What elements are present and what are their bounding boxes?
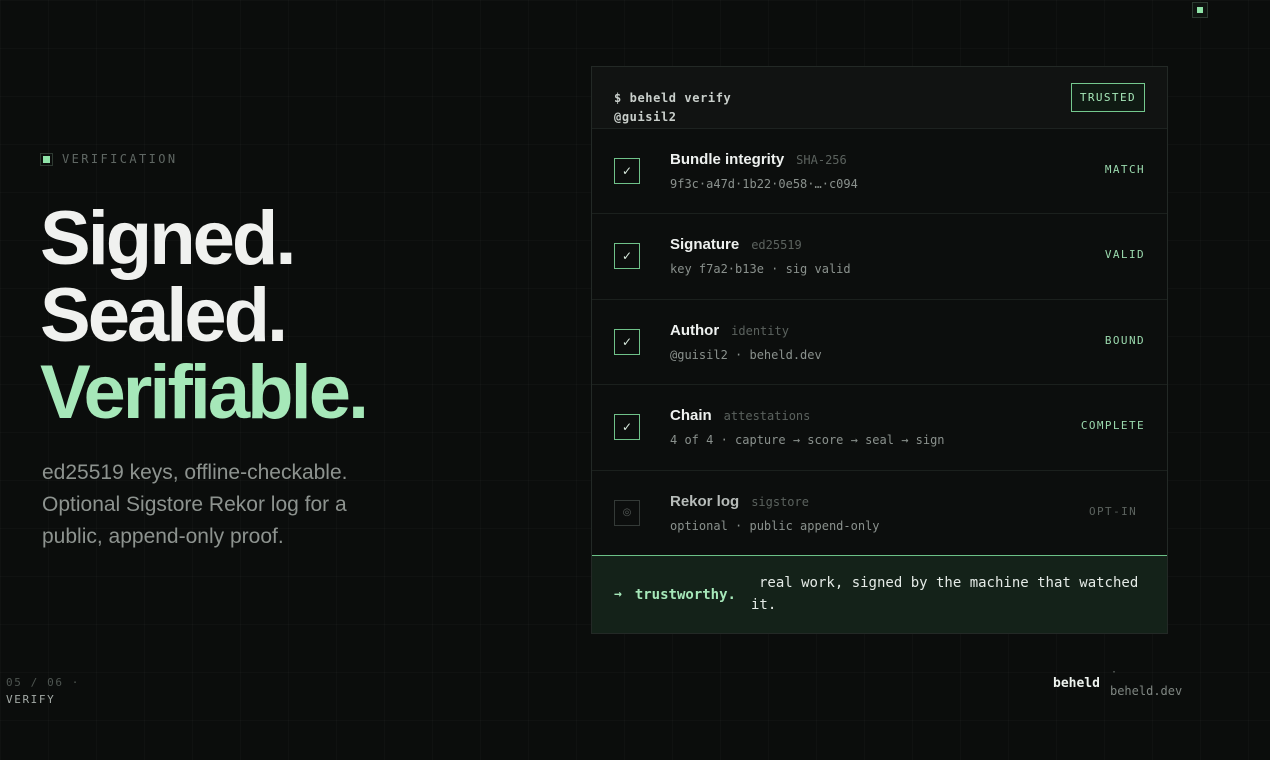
footer-text: real work, signed by the machine that wa… xyxy=(750,574,1139,613)
row-detail: optional · public append-only xyxy=(670,518,880,533)
row-status: VALID xyxy=(1104,248,1145,262)
lede-paragraph: ed25519 keys, offline-checkable. Optiona… xyxy=(42,461,348,548)
eyebrow-label: VERIFICATION xyxy=(62,152,178,166)
row-name: Bundle integrity xyxy=(670,151,785,168)
row-name: Author xyxy=(670,321,720,339)
arrow-right-icon: → xyxy=(614,587,622,602)
terminal-command: $ beheld verify @guisil2 xyxy=(614,89,731,127)
headline: Signed. Sealed. Verifiable. xyxy=(40,196,369,435)
row-detail: 9f3c·a47d·1b22·0e58·…·c094 xyxy=(670,177,858,191)
page-label: VERIFY xyxy=(6,693,56,706)
headline-line-3: Verifiable. xyxy=(40,350,369,435)
checkmark-icon: ✓ xyxy=(614,328,640,355)
brand-separator: · xyxy=(1110,667,1117,678)
row-detail: key f7a2·b13e · sig valid xyxy=(670,262,851,277)
row-detail: 4 of 4 · capture → score → seal → sign xyxy=(670,433,945,448)
slide: VERIFICATION Signed. Sealed. Verifiable.… xyxy=(0,0,1270,760)
eyebrow-square-icon xyxy=(40,152,53,166)
row-detail: @guisil2 · beheld.dev xyxy=(670,347,822,362)
checkmark-icon: ✓ xyxy=(614,414,640,441)
check-row-chain: ✓ Chain attestations 4 of 4 · capture → … xyxy=(592,385,1167,471)
row-name: Signature xyxy=(670,236,740,254)
page-counter: 05 / 06 · xyxy=(6,676,81,689)
brand-url-link[interactable]: beheld.dev xyxy=(1110,684,1182,698)
check-row-author: ✓ Author identity @guisil2 · beheld.dev … xyxy=(592,300,1167,386)
row-tag: attestations xyxy=(723,409,811,424)
card-footer: → trustworthy. real work, signed by the … xyxy=(592,555,1167,633)
row-tag: identity xyxy=(731,323,789,338)
check-row-bundle-integrity: ✓ Bundle integrity SHA-256 9f3c·a47d·1b2… xyxy=(592,129,1167,215)
check-row-rekor-log: ◎ Rekor log sigstore optional · public a… xyxy=(592,471,1167,556)
brand-name: beheld xyxy=(1053,676,1100,691)
headline-line-1: Signed. xyxy=(40,196,296,281)
row-name: Rekor log xyxy=(670,492,740,510)
footer-keyword: trustworthy. xyxy=(634,586,736,603)
card-header: $ beheld verify @guisil2 TRUSTED xyxy=(592,67,1167,129)
row-title: Signature ed25519 xyxy=(670,236,802,253)
row-title: Rekor log sigstore xyxy=(670,493,809,510)
brand-meta: · beheld.dev xyxy=(1110,667,1182,699)
trusted-badge: TRUSTED xyxy=(1070,83,1145,112)
row-title: Bundle integrity SHA-256 xyxy=(670,151,847,168)
checkmark-icon: ✓ xyxy=(614,158,640,184)
verify-card: $ beheld verify @guisil2 TRUSTED ✓ Bundl… xyxy=(591,66,1168,634)
row-title: Author identity xyxy=(670,322,789,339)
row-title: Chain attestations xyxy=(670,407,810,424)
command-user: @guisil2 xyxy=(614,110,677,124)
row-status: COMPLETE xyxy=(1080,419,1145,433)
row-tag: ed25519 xyxy=(751,238,802,253)
corner-marker-icon xyxy=(1192,2,1208,18)
row-status: BOUND xyxy=(1104,333,1145,347)
row-tag: SHA-256 xyxy=(796,153,847,167)
row-status: MATCH xyxy=(1104,163,1145,176)
row-status: OPT-IN xyxy=(1089,504,1138,518)
check-row-signature: ✓ Signature ed25519 key f7a2·b13e · sig … xyxy=(592,214,1167,300)
brand: beheld · beheld.dev xyxy=(1053,667,1182,699)
slide-pager: 05 / 06 · VERIFY xyxy=(6,676,80,706)
checkmark-icon: ✓ xyxy=(614,243,640,270)
check-list: ✓ Bundle integrity SHA-256 9f3c·a47d·1b2… xyxy=(592,129,1167,556)
section-eyebrow: VERIFICATION xyxy=(40,152,178,166)
command-text: $ beheld verify xyxy=(614,91,732,105)
optional-circle-icon: ◎ xyxy=(614,499,640,526)
row-tag: sigstore xyxy=(751,494,809,509)
headline-line-2: Sealed. xyxy=(40,273,288,358)
row-name: Chain xyxy=(670,407,712,425)
